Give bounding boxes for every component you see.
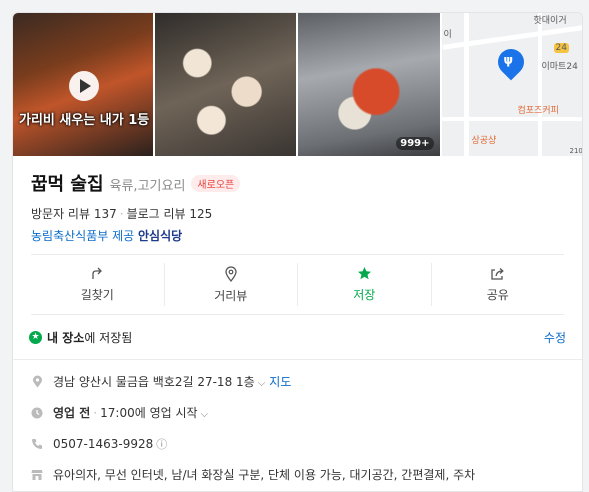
- mini-map[interactable]: 핫대이거 이 24 이마트24 컴포즈커피 상공샹 210 ψ: [441, 13, 583, 156]
- place-card: 가리비 새우는 내가 1등 999+ 핫대이거 이 24 이마트24 컴포즈커피…: [12, 12, 583, 492]
- share-label: 공유: [486, 287, 509, 302]
- phone-number[interactable]: 0507-1463-9928: [53, 437, 153, 451]
- hours-row[interactable]: 영업 전 · 17:00에 영업 시작 ⌵: [31, 397, 564, 428]
- photo-scallops[interactable]: [154, 13, 296, 156]
- map-road: [441, 117, 582, 121]
- map-label: 이: [443, 30, 452, 40]
- map-label: 컴포즈커피: [517, 106, 559, 116]
- review-summary: 방문자 리뷰 137 · 블로그 리뷰 125: [31, 207, 213, 221]
- photo-grill[interactable]: 999+: [298, 13, 440, 156]
- store-icon: [31, 469, 43, 481]
- streetview-button[interactable]: 거리뷰: [165, 263, 298, 306]
- directions-label: 길찾기: [80, 287, 114, 302]
- save-button[interactable]: 저장: [298, 263, 432, 306]
- restaurant-icon: ψ: [503, 53, 514, 67]
- place-title[interactable]: 꿉먹 술집: [31, 170, 104, 196]
- status-label: 영업 전: [53, 406, 91, 420]
- save-label: 저장: [353, 288, 376, 302]
- phone-icon: [31, 438, 43, 450]
- info-section: 경남 양산시 물금읍 백호2길 27-18 1층 ⌵ 지도 영업 전 · 17:00에 …: [13, 360, 582, 490]
- place-category: 육류,고기요리: [109, 179, 186, 194]
- video-thumbnail[interactable]: 가리비 새우는 내가 1등: [13, 13, 153, 156]
- saved-status-row: ★ 내 장소에 저장됨 수정: [13, 315, 582, 360]
- provider-line: 농림축산식품부 제공 안심식당: [31, 227, 564, 244]
- map-road: [537, 13, 542, 156]
- my-places-label: 내 장소: [47, 330, 85, 345]
- action-bar: 길찾기 거리뷰 저장 공유: [31, 254, 564, 315]
- saved-text: 에 저장됨: [84, 330, 133, 345]
- map-road: [463, 13, 469, 156]
- map-label: 상공샹: [471, 136, 497, 146]
- clock-icon: [31, 407, 43, 419]
- blog-reviews-link[interactable]: 블로그 리뷰 125: [127, 207, 213, 221]
- chevron-down-icon[interactable]: ⌵: [201, 409, 209, 420]
- streetview-label: 거리뷰: [214, 288, 248, 303]
- map-label: 210: [569, 147, 583, 155]
- chevron-down-icon[interactable]: ⌵: [258, 378, 266, 389]
- new-open-badge: 새로오픈: [191, 175, 241, 192]
- photo-strip: 가리비 새우는 내가 1등 999+ 핫대이거 이 24 이마트24 컴포즈커피…: [13, 13, 582, 156]
- saved-star-icon: ★: [29, 330, 42, 344]
- safe-restaurant-label[interactable]: 안심식당: [138, 229, 182, 243]
- star-icon: [357, 267, 371, 280]
- visitor-reviews-link[interactable]: 방문자 리뷰 137: [31, 207, 117, 221]
- place-header: 꿉먹 술집 육류,고기요리 새로오픈 방문자 리뷰 137 · 블로그 리뷰 125…: [13, 156, 582, 244]
- play-icon[interactable]: [69, 71, 99, 101]
- address-text: 경남 양산시 물금읍 백호2길 27-18 1층: [53, 375, 255, 389]
- info-icon[interactable]: ⓘ: [156, 438, 167, 451]
- share-button[interactable]: 공유: [432, 263, 565, 306]
- photo-count-badge: 999+: [396, 137, 434, 150]
- provider-text[interactable]: 농림축산식품부 제공: [31, 229, 134, 243]
- video-caption: 가리비 새우는 내가 1등: [19, 113, 150, 128]
- amenities-text: 유아의자, 무선 인터넷, 남/녀 화장실 구분, 단체 이용 가능, 대기공간…: [53, 468, 476, 482]
- address-row: 경남 양산시 물금읍 백호2길 27-18 1층 ⌵ 지도: [31, 366, 564, 397]
- map-label: 핫대이거: [533, 16, 567, 26]
- edit-button[interactable]: 수정: [544, 329, 566, 346]
- share-icon: [491, 267, 505, 280]
- map-label: 24: [553, 43, 569, 53]
- map-label: 이마트24: [541, 62, 578, 72]
- amenities-row: 유아의자, 무선 인터넷, 남/녀 화장실 구분, 단체 이용 가능, 대기공간…: [31, 459, 564, 490]
- phone-row: 0507-1463-9928 ⓘ: [31, 428, 564, 459]
- hours-text: 17:00에 영업 시작: [100, 406, 198, 420]
- location-pin-icon: [225, 265, 237, 282]
- location-icon: [31, 375, 43, 388]
- map-link[interactable]: 지도: [269, 375, 291, 389]
- directions-icon: [92, 267, 103, 279]
- directions-button[interactable]: 길찾기: [31, 263, 165, 306]
